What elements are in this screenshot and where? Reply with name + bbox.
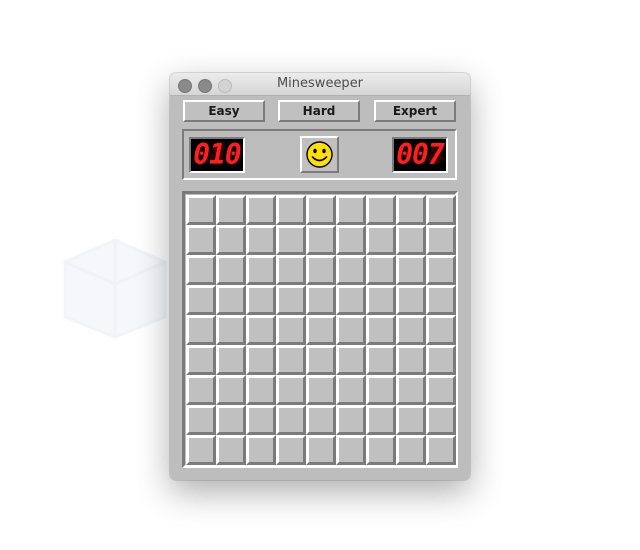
mine-cell[interactable]: [186, 285, 216, 315]
mine-cell[interactable]: [336, 225, 366, 255]
mine-cell[interactable]: [186, 375, 216, 405]
mine-cell[interactable]: [186, 405, 216, 435]
mine-cell[interactable]: [246, 285, 276, 315]
mine-cell[interactable]: [396, 315, 426, 345]
smiley-face-icon: [306, 141, 333, 168]
mine-cell[interactable]: [186, 195, 216, 225]
mine-counter-digits: 010: [193, 138, 242, 171]
mine-cell[interactable]: [306, 375, 336, 405]
mine-cell[interactable]: [396, 405, 426, 435]
mine-cell[interactable]: [396, 285, 426, 315]
easy-button[interactable]: Easy: [183, 100, 265, 122]
mine-cell[interactable]: [426, 405, 456, 435]
mine-cell[interactable]: [276, 405, 306, 435]
mine-cell[interactable]: [276, 255, 306, 285]
mine-cell[interactable]: [396, 375, 426, 405]
mine-cell[interactable]: [216, 285, 246, 315]
timer-counter: 888 007: [392, 137, 448, 173]
status-panel: 888 010 888 007: [182, 129, 457, 180]
mine-cell[interactable]: [366, 405, 396, 435]
title-bar[interactable]: Minesweeper: [170, 73, 470, 96]
mine-cell[interactable]: [366, 375, 396, 405]
reset-face-button[interactable]: [300, 136, 339, 173]
mine-cell[interactable]: [426, 315, 456, 345]
mine-cell[interactable]: [306, 435, 336, 465]
mine-cell[interactable]: [336, 285, 366, 315]
mine-cell[interactable]: [186, 315, 216, 345]
mine-cell[interactable]: [246, 195, 276, 225]
timer-digits: 007: [396, 138, 445, 171]
mine-cell[interactable]: [246, 375, 276, 405]
mine-cell[interactable]: [426, 435, 456, 465]
mine-cell[interactable]: [336, 195, 366, 225]
mine-cell[interactable]: [246, 435, 276, 465]
mine-cell[interactable]: [276, 435, 306, 465]
mine-cell[interactable]: [306, 225, 336, 255]
mine-cell[interactable]: [246, 315, 276, 345]
mine-cell[interactable]: [366, 285, 396, 315]
mine-cell[interactable]: [366, 195, 396, 225]
mine-cell[interactable]: [396, 345, 426, 375]
mine-cell[interactable]: [306, 195, 336, 225]
mine-cell[interactable]: [306, 255, 336, 285]
mine-counter: 888 010: [189, 137, 245, 173]
mine-cell[interactable]: [276, 345, 306, 375]
mine-cell[interactable]: [336, 375, 366, 405]
window-title: Minesweeper: [276, 76, 364, 91]
mine-cell[interactable]: [246, 255, 276, 285]
minesweeper-window: Minesweeper Easy Hard Expert 888 010 888…: [170, 73, 470, 480]
mine-cell[interactable]: [246, 405, 276, 435]
mine-cell[interactable]: [186, 225, 216, 255]
mine-cell[interactable]: [216, 255, 246, 285]
mine-cell[interactable]: [426, 225, 456, 255]
mine-cell[interactable]: [426, 285, 456, 315]
mine-cell[interactable]: [276, 285, 306, 315]
mine-cell[interactable]: [216, 225, 246, 255]
mine-cell[interactable]: [276, 315, 306, 345]
mine-cell[interactable]: [186, 435, 216, 465]
mine-cell[interactable]: [396, 255, 426, 285]
mine-cell[interactable]: [366, 225, 396, 255]
mine-cell[interactable]: [366, 345, 396, 375]
mine-cell[interactable]: [336, 405, 366, 435]
mine-cell[interactable]: [216, 435, 246, 465]
mine-cell[interactable]: [306, 345, 336, 375]
mine-cell[interactable]: [426, 255, 456, 285]
mine-cell[interactable]: [216, 315, 246, 345]
mine-cell[interactable]: [216, 405, 246, 435]
mine-cell[interactable]: [336, 435, 366, 465]
mine-cell[interactable]: [366, 435, 396, 465]
mine-cell[interactable]: [276, 375, 306, 405]
mine-cell[interactable]: [246, 225, 276, 255]
minefield-grid: [182, 191, 458, 468]
mine-cell[interactable]: [426, 375, 456, 405]
mine-cell[interactable]: [426, 195, 456, 225]
mine-cell[interactable]: [306, 405, 336, 435]
mine-cell[interactable]: [306, 315, 336, 345]
mine-cell[interactable]: [426, 345, 456, 375]
mine-cell[interactable]: [216, 345, 246, 375]
mine-cell[interactable]: [396, 435, 426, 465]
mine-cell[interactable]: [186, 345, 216, 375]
mine-cell[interactable]: [186, 255, 216, 285]
mine-cell[interactable]: [246, 345, 276, 375]
mine-cell[interactable]: [336, 345, 366, 375]
hard-button[interactable]: Hard: [278, 100, 360, 122]
mine-cell[interactable]: [396, 195, 426, 225]
mine-cell[interactable]: [216, 375, 246, 405]
mine-cell[interactable]: [366, 315, 396, 345]
mine-cell[interactable]: [366, 255, 396, 285]
mine-cell[interactable]: [276, 225, 306, 255]
expert-button[interactable]: Expert: [374, 100, 456, 122]
mine-cell[interactable]: [276, 195, 306, 225]
mine-cell[interactable]: [336, 255, 366, 285]
mine-cell[interactable]: [396, 225, 426, 255]
mine-cell[interactable]: [216, 195, 246, 225]
mine-cell[interactable]: [306, 285, 336, 315]
mine-cell[interactable]: [336, 315, 366, 345]
